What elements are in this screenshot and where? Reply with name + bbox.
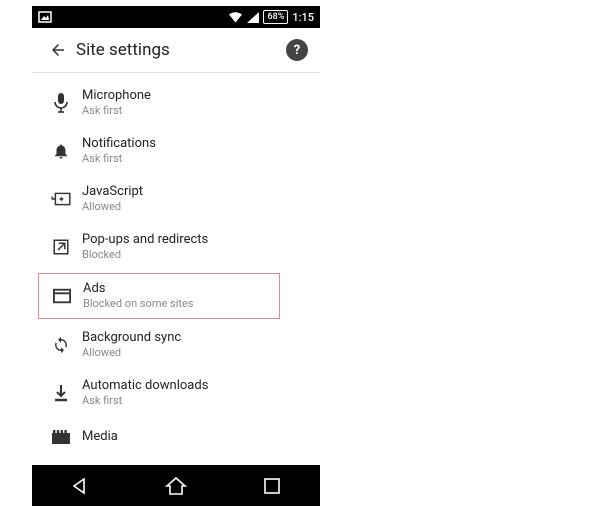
settings-list: Microphone Ask first Notifications Ask f… — [32, 73, 320, 457]
download-icon — [40, 384, 82, 402]
back-button[interactable] — [44, 41, 72, 59]
row-ads[interactable]: Ads Blocked on some sites — [38, 273, 280, 319]
row-notifications-sub: Ask first — [82, 152, 314, 166]
screenshot-icon — [38, 11, 52, 23]
row-ads-title: Ads — [83, 281, 279, 297]
app-bar: Site settings ? — [32, 28, 320, 73]
bell-icon — [40, 142, 82, 160]
square-recent-icon — [263, 477, 281, 495]
phone-frame: 68% 1:15 Site settings ? Microphone Ask … — [32, 6, 320, 506]
nav-back-button[interactable] — [50, 472, 110, 500]
row-notifications[interactable]: Notifications Ask first — [32, 127, 320, 175]
row-javascript-title: JavaScript — [82, 184, 314, 200]
battery-level: 68% — [263, 10, 288, 24]
android-nav-bar — [32, 465, 320, 506]
row-ads-sub: Blocked on some sites — [83, 297, 279, 311]
row-media[interactable]: Media — [32, 417, 320, 457]
wifi-icon — [228, 12, 243, 23]
row-popups-sub: Blocked — [82, 248, 314, 262]
row-popups-title: Pop-ups and redirects — [82, 232, 314, 248]
row-media-title: Media — [82, 429, 314, 445]
row-bg-sync-title: Background sync — [82, 330, 314, 346]
row-automatic-downloads[interactable]: Automatic downloads Ask first — [32, 369, 320, 417]
row-popups[interactable]: Pop-ups and redirects Blocked — [32, 223, 320, 271]
javascript-icon — [40, 191, 82, 207]
ads-icon — [41, 288, 83, 304]
home-icon — [165, 476, 187, 496]
page-title: Site settings — [76, 40, 286, 60]
microphone-icon — [40, 93, 82, 113]
clock: 1:15 — [292, 11, 314, 24]
popup-icon — [40, 238, 82, 256]
row-microphone[interactable]: Microphone Ask first — [32, 79, 320, 127]
nav-home-button[interactable] — [146, 472, 206, 500]
row-auto-dl-title: Automatic downloads — [82, 378, 314, 394]
sync-icon — [40, 336, 82, 354]
help-button[interactable]: ? — [286, 39, 308, 61]
media-icon — [40, 430, 82, 444]
signal-icon — [247, 12, 259, 23]
nav-recent-button[interactable] — [242, 472, 302, 500]
row-microphone-sub: Ask first — [82, 104, 314, 118]
row-bg-sync-sub: Allowed — [82, 346, 314, 360]
row-microphone-title: Microphone — [82, 88, 314, 104]
row-auto-dl-sub: Ask first — [82, 394, 314, 408]
row-background-sync[interactable]: Background sync Allowed — [32, 321, 320, 369]
status-bar: 68% 1:15 — [32, 6, 320, 28]
row-javascript-sub: Allowed — [82, 200, 314, 214]
help-icon: ? — [294, 43, 300, 58]
row-javascript[interactable]: JavaScript Allowed — [32, 175, 320, 223]
row-notifications-title: Notifications — [82, 136, 314, 152]
triangle-back-icon — [70, 476, 90, 496]
arrow-left-icon — [49, 41, 67, 59]
